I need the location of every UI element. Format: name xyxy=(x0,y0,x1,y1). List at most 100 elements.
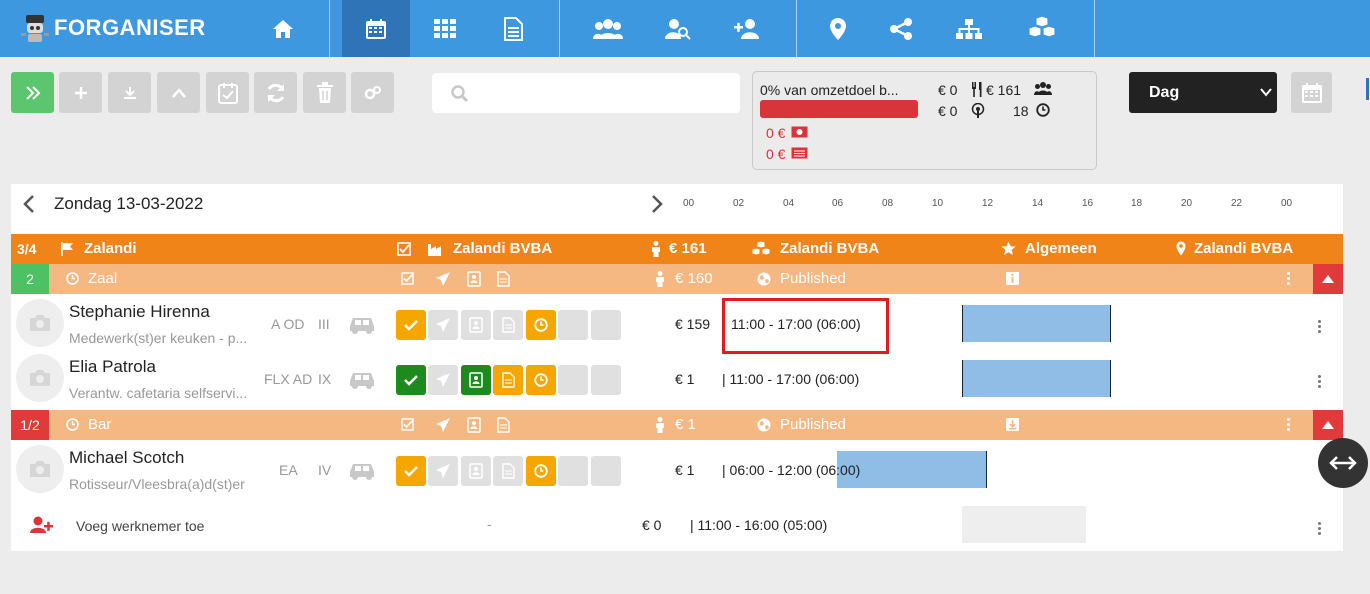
contact-button[interactable] xyxy=(461,456,491,486)
group-more-icon[interactable] xyxy=(1287,416,1291,433)
checkbox-icon[interactable] xyxy=(397,242,411,256)
document-icon xyxy=(501,372,515,388)
shift-timeline-bar[interactable] xyxy=(961,305,1112,342)
contact-book-icon[interactable] xyxy=(467,417,481,433)
avatar[interactable] xyxy=(16,354,64,402)
delete-button[interactable] xyxy=(303,72,346,113)
employee-row[interactable]: Elia Patrola Verantw. cafetaria selfserv… xyxy=(11,350,1343,406)
contact-button[interactable] xyxy=(461,365,491,395)
camera-icon xyxy=(30,315,50,331)
calendar-icon xyxy=(1301,82,1322,103)
nav-share[interactable] xyxy=(867,0,935,57)
calendar-check-button[interactable] xyxy=(206,72,249,113)
nav-document[interactable] xyxy=(479,0,547,57)
paper-plane-icon[interactable] xyxy=(435,417,451,433)
row-more-icon[interactable] xyxy=(1318,520,1322,537)
triangle-up-icon xyxy=(1322,421,1334,429)
check-status-button[interactable] xyxy=(396,310,426,340)
add-employee-label[interactable]: Voeg werknemer toe xyxy=(76,518,204,534)
clock-button[interactable] xyxy=(526,310,556,340)
clock-button[interactable] xyxy=(526,456,556,486)
chevron-right-icon[interactable] xyxy=(651,194,663,214)
avatar[interactable] xyxy=(16,445,64,493)
search-input[interactable] xyxy=(478,79,728,107)
nav-home[interactable] xyxy=(249,0,317,57)
refresh-button[interactable] xyxy=(254,72,297,113)
horizontal-scroll-button[interactable] xyxy=(1318,438,1368,488)
checkbox-icon[interactable] xyxy=(401,418,414,431)
send-button[interactable] xyxy=(428,310,458,340)
nav-cubes[interactable] xyxy=(1008,0,1076,57)
double-chevron-right-icon xyxy=(25,85,40,100)
nav-user-search[interactable] xyxy=(644,0,712,57)
summary-value-a: € 0 xyxy=(938,82,958,98)
shift-time[interactable]: | 06:00 - 12:00 (06:00) xyxy=(722,462,860,478)
empty-slot-button[interactable] xyxy=(558,365,588,395)
empty-slot-button[interactable] xyxy=(591,365,621,395)
group-collapse-button[interactable] xyxy=(1313,410,1343,440)
contact-book-icon[interactable] xyxy=(467,271,481,287)
chevron-left-icon[interactable] xyxy=(23,194,35,214)
avatar[interactable] xyxy=(16,299,64,347)
empty-slot-button[interactable] xyxy=(591,310,621,340)
add-button[interactable] xyxy=(59,72,102,113)
employee-row[interactable]: Stephanie Hirenna Medewerk(st)er keuken … xyxy=(11,294,1343,350)
group-collapse-button[interactable] xyxy=(1313,264,1343,294)
checkbox-icon[interactable] xyxy=(401,272,414,285)
download-info-icon[interactable] xyxy=(1006,418,1019,431)
view-mode-select[interactable]: Dag xyxy=(1129,72,1277,113)
settings-button[interactable] xyxy=(351,72,394,113)
robot-logo-icon xyxy=(21,15,49,42)
contact-button[interactable] xyxy=(461,310,491,340)
send-button[interactable] xyxy=(428,365,458,395)
document-icon[interactable] xyxy=(497,271,510,287)
empty-slot-button[interactable] xyxy=(558,456,588,486)
employee-contract-code: EA xyxy=(279,462,298,478)
employee-role: Medewerk(st)er keuken - p... xyxy=(69,330,248,346)
document-button[interactable] xyxy=(493,365,523,395)
person-icon xyxy=(656,271,664,287)
nav-grid[interactable] xyxy=(411,0,479,57)
nav-add-user[interactable] xyxy=(714,0,782,57)
empty-slot-button[interactable] xyxy=(558,310,588,340)
employee-row[interactable]: Michael Scotch Rotisseur/Vleesbra(a)d(st… xyxy=(11,440,1343,496)
document-icon xyxy=(501,463,515,479)
date-picker-button[interactable] xyxy=(1291,72,1332,113)
collapse-button[interactable] xyxy=(157,72,200,113)
user-plus-icon[interactable] xyxy=(29,516,53,534)
row-more-icon[interactable] xyxy=(1318,373,1322,390)
employee-name[interactable]: Elia Patrola xyxy=(69,357,156,377)
person-icon xyxy=(656,417,664,433)
app-logo[interactable]: FORGANISER xyxy=(18,8,206,48)
group-more-icon[interactable] xyxy=(1287,270,1291,287)
shift-timeline-bar[interactable] xyxy=(961,360,1112,397)
nav-location[interactable] xyxy=(804,0,872,57)
revenue-summary: 0% van omzetdoel b... € 0 € 161 € 0 18 0… xyxy=(752,71,1097,170)
employee-name[interactable]: Stephanie Hirenna xyxy=(69,302,210,322)
send-button[interactable] xyxy=(428,456,458,486)
document-icon[interactable] xyxy=(497,417,510,433)
clock-button[interactable] xyxy=(526,365,556,395)
check-status-button[interactable] xyxy=(396,456,426,486)
shift-time[interactable]: | 11:00 - 17:00 (06:00) xyxy=(722,371,859,387)
add-employee-row[interactable]: Voeg werknemer toe - € 0 | 11:00 - 16:00… xyxy=(11,502,1343,548)
clock-icon xyxy=(1036,103,1050,117)
nav-team[interactable] xyxy=(574,0,642,57)
check-status-button[interactable] xyxy=(396,365,426,395)
paper-plane-icon[interactable] xyxy=(435,271,451,287)
search-box[interactable] xyxy=(432,73,740,113)
nav-calendar[interactable] xyxy=(342,0,410,57)
employee-name[interactable]: Michael Scotch xyxy=(69,448,184,468)
empty-slot-button[interactable] xyxy=(591,456,621,486)
add-employee-timeline-placeholder[interactable] xyxy=(961,506,1087,543)
nav-org-chart[interactable] xyxy=(935,0,1003,57)
share-icon xyxy=(890,17,912,40)
document-button[interactable] xyxy=(493,310,523,340)
download-button[interactable] xyxy=(108,72,151,113)
row-more-icon[interactable] xyxy=(1318,318,1322,335)
add-employee-shift[interactable]: | 11:00 - 16:00 (05:00) xyxy=(690,517,827,533)
search-icon xyxy=(451,85,469,103)
document-button[interactable] xyxy=(493,456,523,486)
info-icon[interactable] xyxy=(1006,272,1019,285)
expand-button[interactable] xyxy=(11,72,54,113)
